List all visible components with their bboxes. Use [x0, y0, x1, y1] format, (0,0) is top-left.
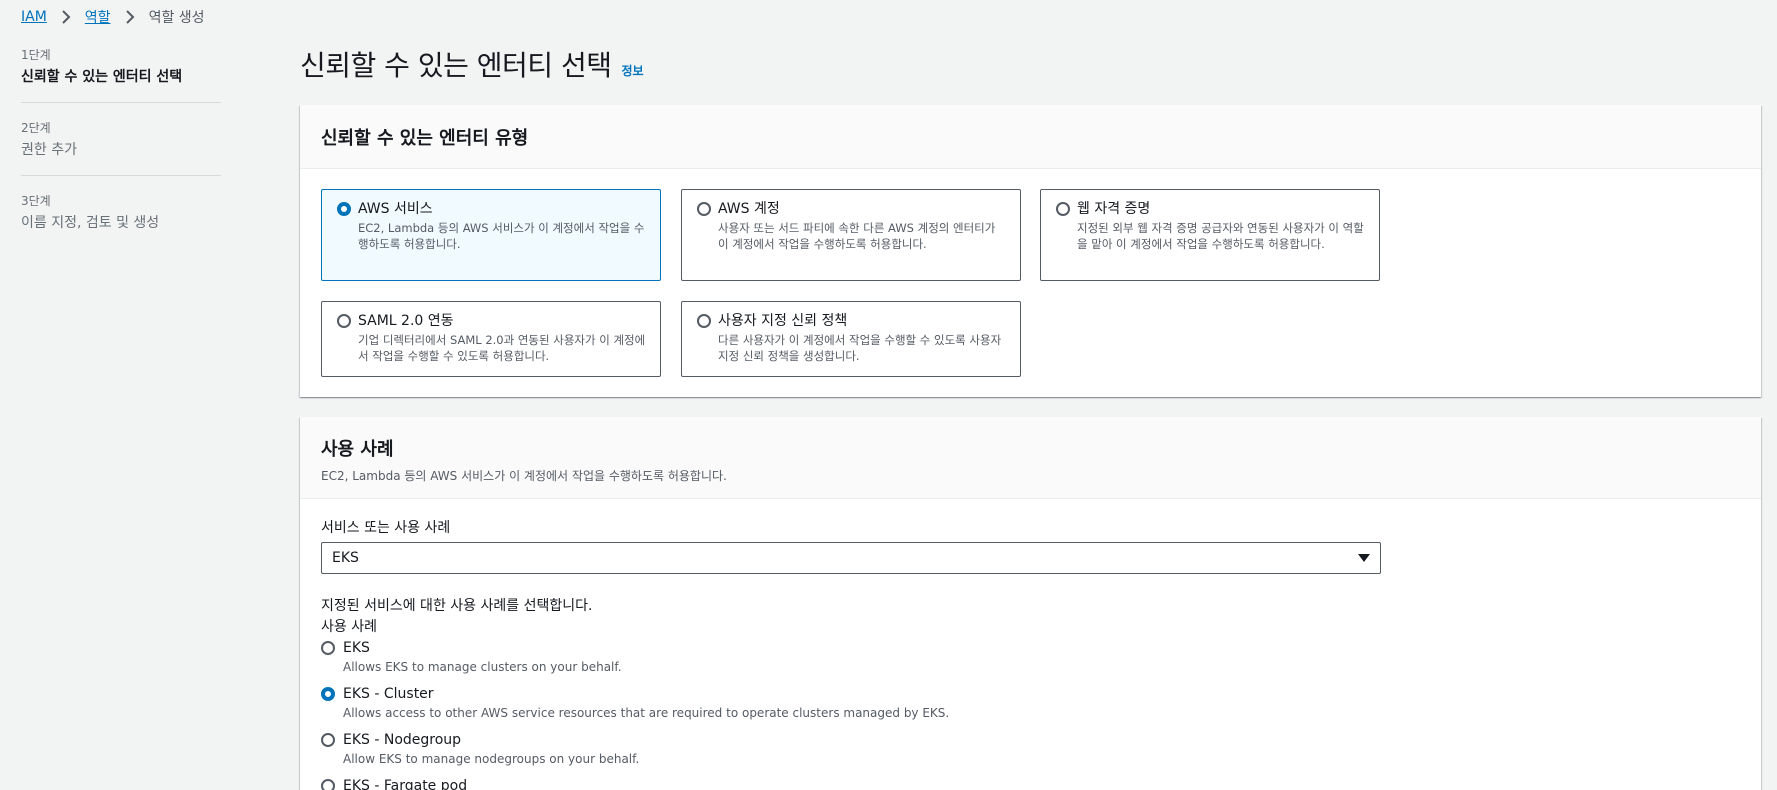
- tile-title: AWS 서비스: [358, 201, 433, 217]
- use-case-label: 사용 사례: [321, 619, 377, 635]
- option-description: Allow EKS to manage nodegroups on your b…: [343, 752, 640, 766]
- radio-button[interactable]: [697, 314, 711, 328]
- service-select[interactable]: EKS: [321, 542, 1381, 574]
- step-number: 1단계: [21, 48, 51, 62]
- panel-header: 신뢰할 수 있는 엔터티 유형: [300, 105, 1761, 169]
- chevron-right-icon: [55, 6, 77, 28]
- tile-description: EC2, Lambda 등의 AWS 서비스가 이 계정에서 작업을 수행하도록…: [358, 221, 645, 251]
- step-title: 신뢰할 수 있는 엔터티 선택: [21, 69, 183, 85]
- radio-button[interactable]: [337, 202, 351, 216]
- radio-button[interactable]: [321, 779, 335, 790]
- breadcrumb: IAM 역할 역할 생성: [21, 6, 205, 28]
- info-link[interactable]: 정보: [621, 62, 643, 79]
- option-description: Allows access to other AWS service resou…: [343, 706, 950, 720]
- breadcrumb-iam-link[interactable]: IAM: [21, 9, 47, 25]
- panel-description: EC2, Lambda 등의 AWS 서비스가 이 계정에서 작업을 수행하도록…: [321, 469, 727, 483]
- tile-description: 지정된 외부 웹 자격 증명 공급자와 연동된 사용자가 이 역할을 맡아 이 …: [1077, 221, 1364, 251]
- tile-title: 웹 자격 증명: [1077, 201, 1151, 217]
- tile-aws-service[interactable]: AWS 서비스 EC2, Lambda 등의 AWS 서비스가 이 계정에서 작…: [321, 189, 661, 281]
- step-2: 2단계 권한 추가: [21, 121, 221, 176]
- radio-button[interactable]: [337, 314, 351, 328]
- tile-web-identity[interactable]: 웹 자격 증명 지정된 외부 웹 자격 증명 공급자와 연동된 사용자가 이 역…: [1040, 189, 1380, 281]
- tile-title: AWS 계정: [718, 201, 780, 217]
- tile-saml-federation[interactable]: SAML 2.0 연동 기업 디렉터리에서 SAML 2.0과 연동된 사용자가…: [321, 301, 661, 377]
- wizard-steps: 1단계 신뢰할 수 있는 엔터티 선택 2단계 권한 추가 3단계 이름 지정,…: [21, 48, 221, 266]
- step-number: 2단계: [21, 121, 51, 135]
- step-1: 1단계 신뢰할 수 있는 엔터티 선택: [21, 48, 221, 103]
- radio-button[interactable]: [321, 641, 335, 655]
- option-label: EKS: [343, 640, 370, 656]
- breadcrumb-current: 역할 생성: [148, 10, 205, 26]
- caret-down-icon: [1358, 554, 1370, 562]
- use-case-panel: 사용 사례 EC2, Lambda 등의 AWS 서비스가 이 계정에서 작업을…: [300, 417, 1761, 790]
- option-label: EKS - Nodegroup: [343, 732, 462, 748]
- radio-button[interactable]: [697, 202, 711, 216]
- radio-button[interactable]: [321, 733, 335, 747]
- step-title: 권한 추가: [21, 142, 77, 158]
- tile-title: SAML 2.0 연동: [358, 313, 454, 329]
- chevron-right-icon: [119, 6, 141, 28]
- page-title: 신뢰할 수 있는 엔터티 선택: [300, 49, 612, 82]
- tile-description: 사용자 또는 서드 파티에 속한 다른 AWS 계정의 엔터티가 이 계정에서 …: [718, 221, 996, 251]
- tile-title: 사용자 지정 신뢰 정책: [718, 313, 848, 329]
- option-description: Allows EKS to manage clusters on your be…: [343, 660, 622, 674]
- radio-button[interactable]: [321, 687, 335, 701]
- step-3: 3단계 이름 지정, 검토 및 생성: [21, 194, 221, 248]
- use-case-option-eks-cluster[interactable]: EKS - Cluster Allows access to other AWS…: [321, 684, 949, 722]
- use-case-radio-group: EKS Allows EKS to manage clusters on you…: [321, 638, 949, 790]
- panel-heading: 사용 사례: [321, 439, 394, 460]
- trusted-entity-type-panel: 신뢰할 수 있는 엔터티 유형 AWS 서비스 EC2, Lambda 등의 A…: [300, 105, 1761, 397]
- radio-button[interactable]: [1056, 202, 1070, 216]
- page-header: 신뢰할 수 있는 엔터티 선택 정보: [300, 44, 644, 84]
- use-case-option-eks[interactable]: EKS Allows EKS to manage clusters on you…: [321, 638, 949, 676]
- tile-aws-account[interactable]: AWS 계정 사용자 또는 서드 파티에 속한 다른 AWS 계정의 엔터티가 …: [681, 189, 1021, 281]
- service-select-value: EKS: [332, 550, 359, 566]
- panel-header: 사용 사례 EC2, Lambda 등의 AWS 서비스가 이 계정에서 작업을…: [300, 417, 1761, 499]
- option-label: EKS - Fargate pod: [343, 778, 468, 790]
- use-case-option-eks-nodegroup[interactable]: EKS - Nodegroup Allow EKS to manage node…: [321, 730, 949, 768]
- step-title: 이름 지정, 검토 및 생성: [21, 215, 160, 231]
- service-label: 서비스 또는 사용 사례: [321, 520, 451, 536]
- panel-heading: 신뢰할 수 있는 엔터티 유형: [321, 127, 529, 149]
- use-case-hint: 지정된 서비스에 대한 사용 사례를 선택합니다.: [321, 598, 593, 614]
- use-case-option-eks-fargate-pod[interactable]: EKS - Fargate pod: [321, 776, 949, 790]
- tile-description: 다른 사용자가 이 계정에서 작업을 수행할 수 있도록 사용자 지정 신뢰 정…: [718, 333, 1002, 363]
- option-label: EKS - Cluster: [343, 686, 434, 702]
- breadcrumb-roles-link[interactable]: 역할: [85, 7, 111, 27]
- tile-custom-trust-policy[interactable]: 사용자 지정 신뢰 정책 다른 사용자가 이 계정에서 작업을 수행할 수 있도…: [681, 301, 1021, 377]
- step-number: 3단계: [21, 194, 51, 208]
- tile-description: 기업 디렉터리에서 SAML 2.0과 연동된 사용자가 이 계정에서 작업을 …: [358, 333, 646, 363]
